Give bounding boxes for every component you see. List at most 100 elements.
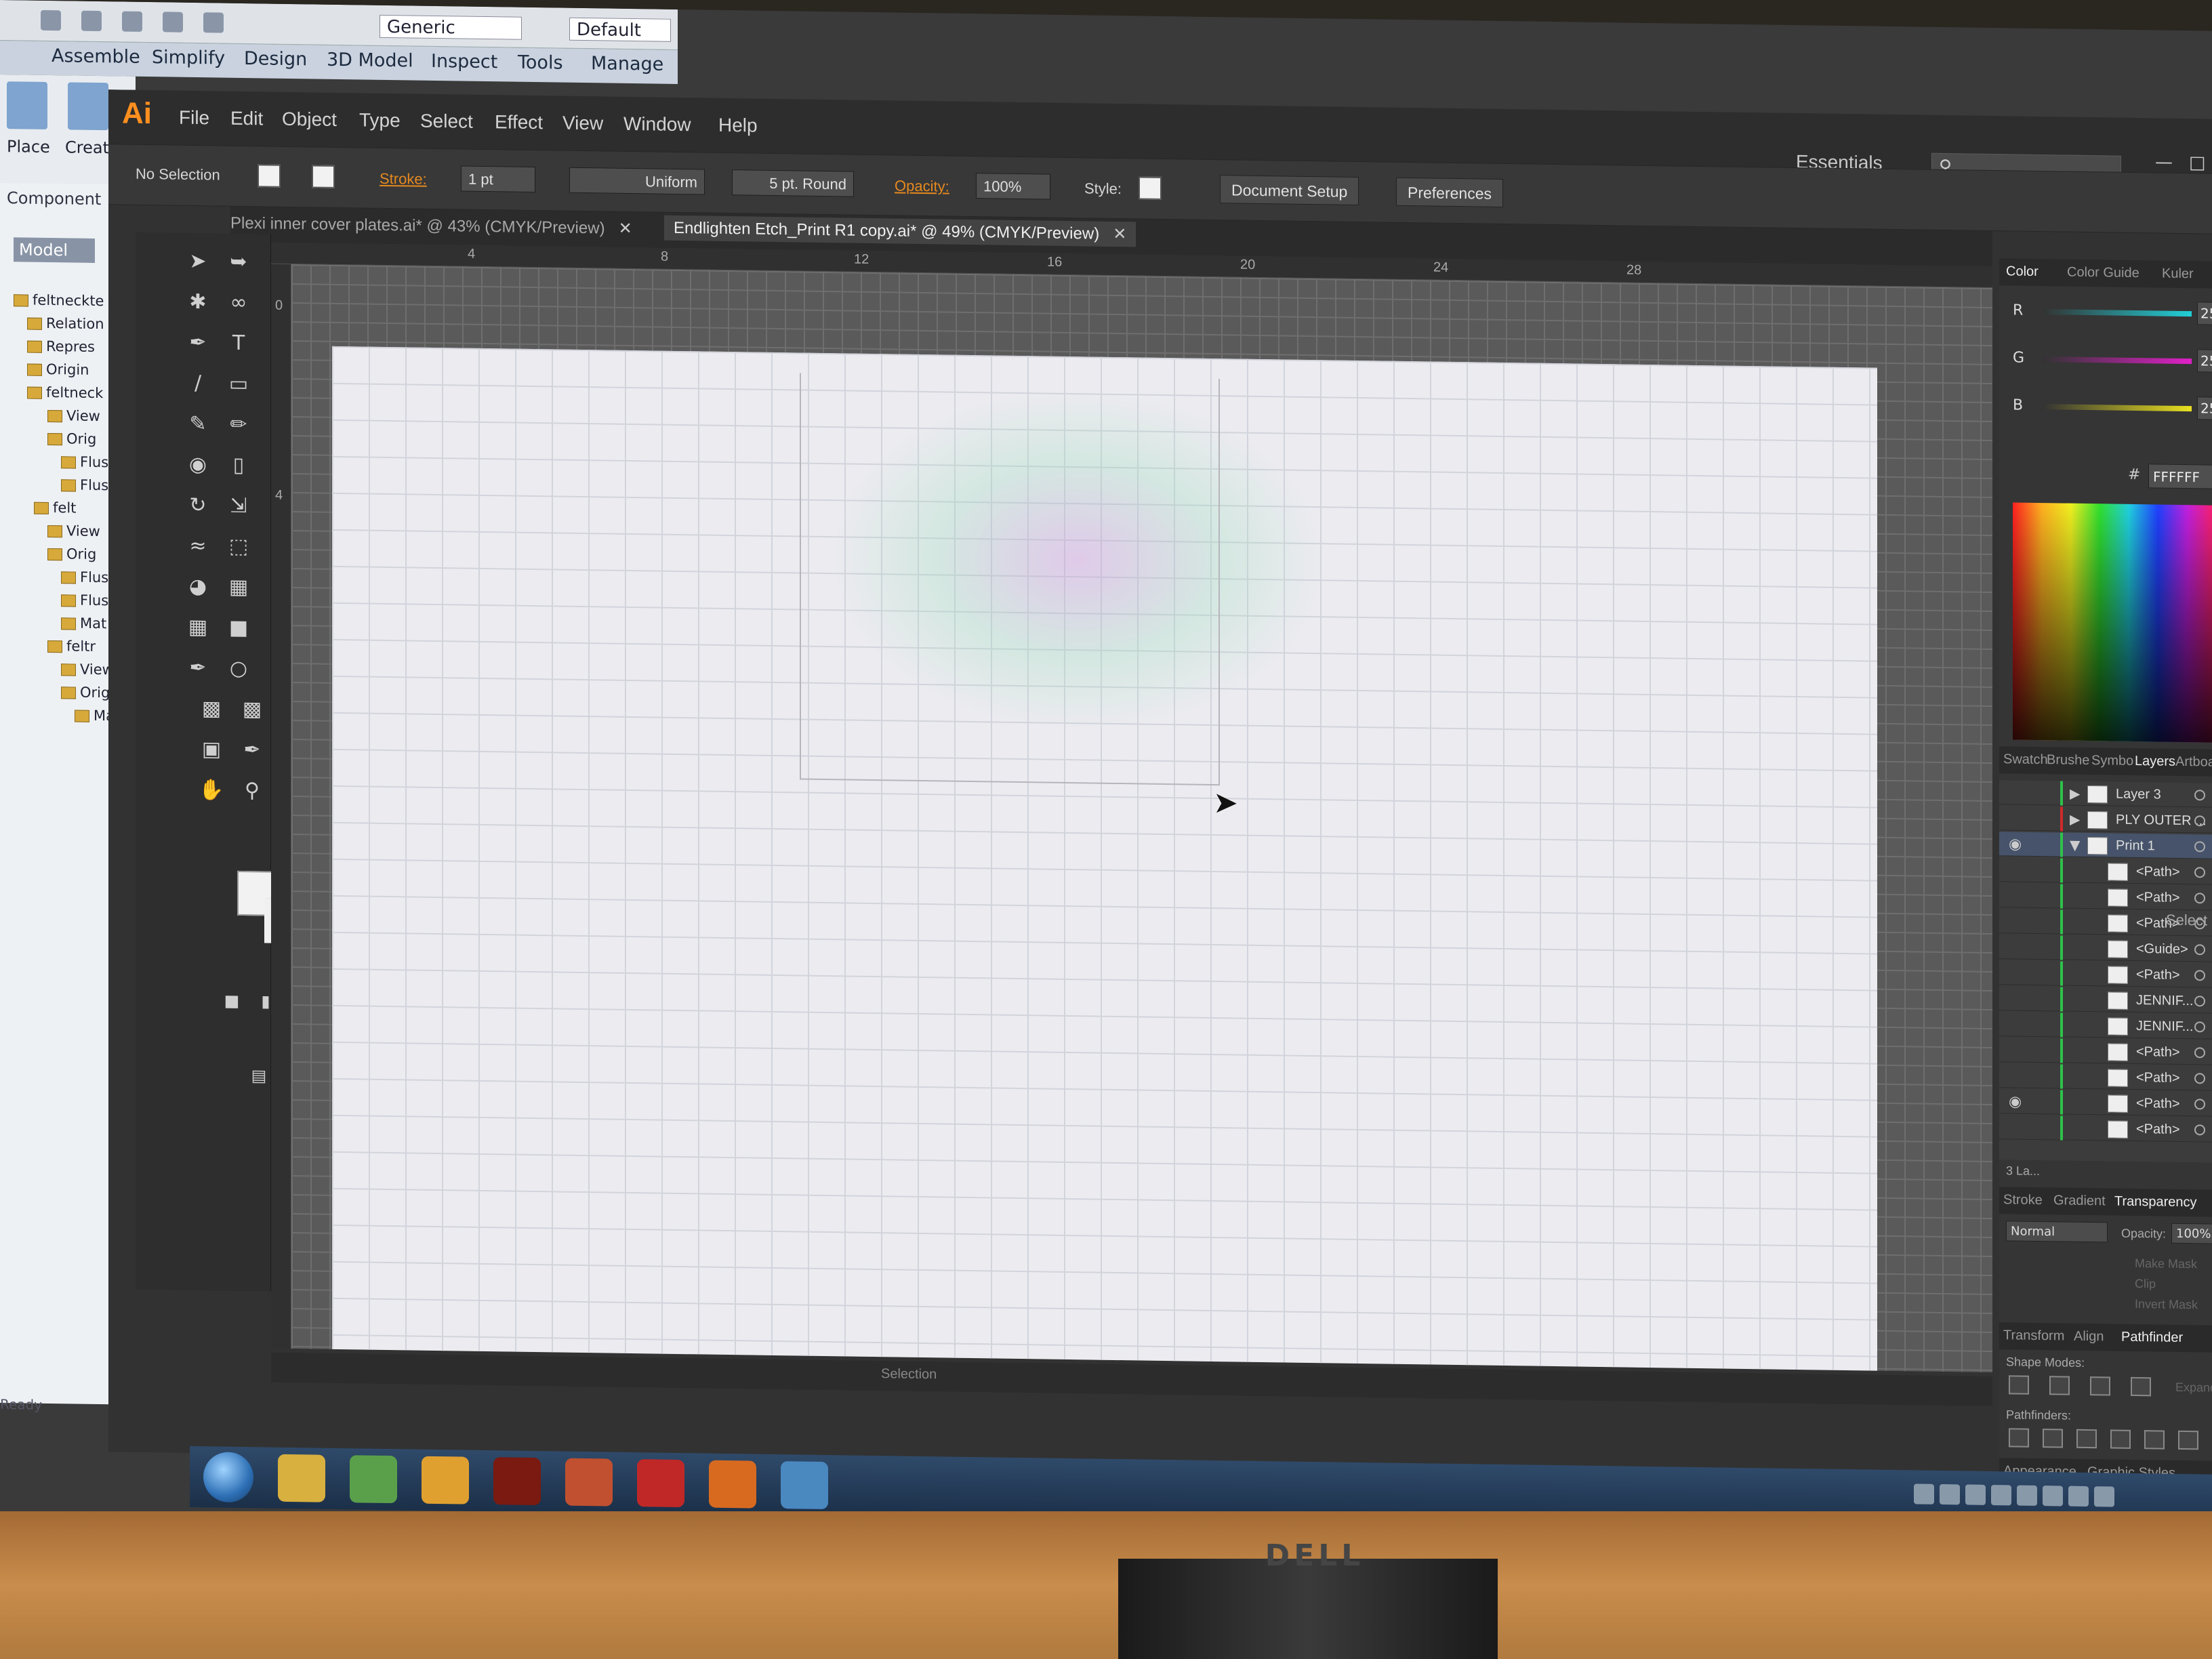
expand-right-icon[interactable]: ▶ [2070,785,2080,802]
type-tool-icon[interactable]: T [224,329,253,359]
graphic-style-swatch[interactable] [1139,176,1162,200]
visibility-eye-icon[interactable]: ◉ [2009,1093,2022,1110]
browser-tree-item[interactable]: feltneckte [14,291,104,316]
tab-layers[interactable]: Layers [2135,754,2175,770]
minimize-icon[interactable]: — [2155,152,2175,172]
layer-name[interactable]: <Path> [2136,1122,2180,1138]
browser-tree-item[interactable]: Flus [61,592,108,615]
layer-name[interactable]: Print 1 [2116,838,2155,855]
menu-type[interactable]: Type [359,109,401,131]
component-panel-label[interactable]: Component [7,188,101,209]
browser-tree-item[interactable]: Orig [61,684,110,708]
app-icon[interactable] [350,1455,397,1504]
layer-name[interactable]: <Path> [2136,1070,2180,1086]
channel-value[interactable]: 255 [2197,396,2212,421]
mesh-tool-icon[interactable]: ▦ [183,613,213,643]
target-circle-icon[interactable] [2194,790,2205,801]
tab-pathfinder[interactable]: Pathfinder [2121,1330,2183,1346]
tab-color-guide[interactable]: Color Guide [2067,265,2139,281]
layer-row[interactable]: ◉ ▼ Print 1 [1999,832,2212,859]
artboard[interactable]: ➤ [332,346,1877,1371]
tray-icon[interactable] [1940,1483,1960,1505]
lasso-icon[interactable]: ∞ [224,288,253,319]
tab-tools[interactable]: Tools [518,52,563,74]
trim-icon[interactable] [2043,1429,2063,1448]
color-mode-icon[interactable]: ■ [217,985,247,1016]
target-circle-icon[interactable] [2194,1047,2205,1059]
brush-definition[interactable]: 5 pt. Round [732,169,854,197]
canvas[interactable]: ➤ [291,264,1992,1373]
target-circle-icon[interactable] [2194,970,2205,981]
blob-brush-icon[interactable]: ◉ [183,450,213,480]
unite-icon[interactable] [2009,1375,2029,1395]
target-circle-icon[interactable] [2194,841,2205,853]
menu-effect[interactable]: Effect [495,111,543,134]
menu-file[interactable]: File [179,107,209,129]
browser-tree-item[interactable]: feltneck [27,384,103,409]
browser-tree-item[interactable]: Orig [47,430,96,454]
stroke-color-swatch[interactable] [312,165,335,188]
start-button-icon[interactable] [203,1452,253,1503]
blend-tool-icon[interactable]: ○ [224,654,253,684]
tray-icon[interactable] [2017,1485,2037,1506]
redo-icon[interactable] [203,12,224,33]
chrome-icon[interactable] [422,1456,469,1504]
browser-tree-item[interactable]: View [47,407,100,431]
crop-icon[interactable] [2110,1429,2131,1449]
tab-color[interactable]: Color [2006,264,2039,280]
channel-bar[interactable] [2043,356,2192,365]
tab-kuler[interactable]: Kuler [2162,266,2194,283]
tab-plexi-inner-cover[interactable]: Plexi inner cover plates.ai* @ 43% (CMYK… [230,213,632,239]
shape-builder-icon[interactable]: ◕ [183,572,213,602]
place-button-label[interactable]: Place [7,137,50,157]
layer-name[interactable]: <Path> [2136,864,2180,880]
artboard-tool-icon[interactable]: ▣ [197,735,226,765]
browser-tree-item[interactable]: Relation [27,315,104,340]
layer-name[interactable]: <Path> [2136,1096,2180,1112]
intersect-icon[interactable] [2090,1376,2110,1396]
slice-tool-icon[interactable]: ✒ [237,735,267,766]
artwork-outline[interactable] [800,373,1220,786]
browser-tree-item[interactable]: View [61,661,114,684]
target-circle-icon[interactable] [2194,1124,2205,1136]
menu-select[interactable]: Select [420,110,473,133]
tab-transform[interactable]: Transform [2003,1328,2064,1344]
target-circle-icon[interactable] [2194,867,2205,878]
tab-gradient[interactable]: Gradient [2053,1193,2106,1209]
browser-tree-item[interactable]: Origin [27,361,89,385]
scale-tool-icon[interactable]: ⇲ [224,491,253,522]
tab-stroke[interactable]: Stroke [2003,1192,2043,1208]
browser-tree-item[interactable]: Orig [47,546,96,569]
tab-inspect[interactable]: Inspect [431,51,497,73]
tab-assemble[interactable]: Assemble [52,45,140,68]
tab-simplify[interactable]: Simplify [152,47,225,69]
material-combo[interactable]: Generic [380,14,522,40]
color-spectrum[interactable] [2013,502,2212,743]
layer-name[interactable]: <Path> [2136,890,2180,906]
browser-tree-item[interactable]: View [47,523,100,546]
fill-color-swatch[interactable] [258,164,281,188]
layer-row[interactable]: <Path> [1999,960,2212,988]
tab-swatches[interactable]: Swatch [2003,752,2048,768]
expand-right-icon[interactable]: ▶ [2070,811,2080,827]
layer-row[interactable]: ▶ PLY OUTER ... [1999,806,2212,834]
appearance-combo[interactable]: Default [569,17,671,42]
save-icon[interactable] [122,11,142,32]
document-setup-button[interactable]: Document Setup [1220,175,1359,206]
browser-tree-item[interactable]: Flus [61,569,108,592]
channel-bar[interactable] [2043,404,2192,412]
merge-icon[interactable] [2076,1429,2097,1449]
tray-icon[interactable] [2068,1486,2089,1507]
opacity-field[interactable]: 100% [976,173,1050,200]
create-icon[interactable] [68,82,108,131]
rotate-tool-icon[interactable]: ↻ [183,491,213,521]
line-tool-icon[interactable]: ∕ [183,369,213,399]
menu-object[interactable]: Object [282,108,337,131]
layer-row[interactable]: ▶ Layer 3 [1999,780,2212,808]
tab-3d-model[interactable]: 3D Model [327,49,413,72]
magic-wand-icon[interactable]: ✱ [183,287,213,318]
outline-icon[interactable] [2144,1430,2165,1450]
new-file-icon[interactable] [41,9,61,31]
layer-row[interactable]: JENNIF... [1999,986,2212,1014]
layer-name[interactable]: JENNIF... [2136,1019,2193,1035]
